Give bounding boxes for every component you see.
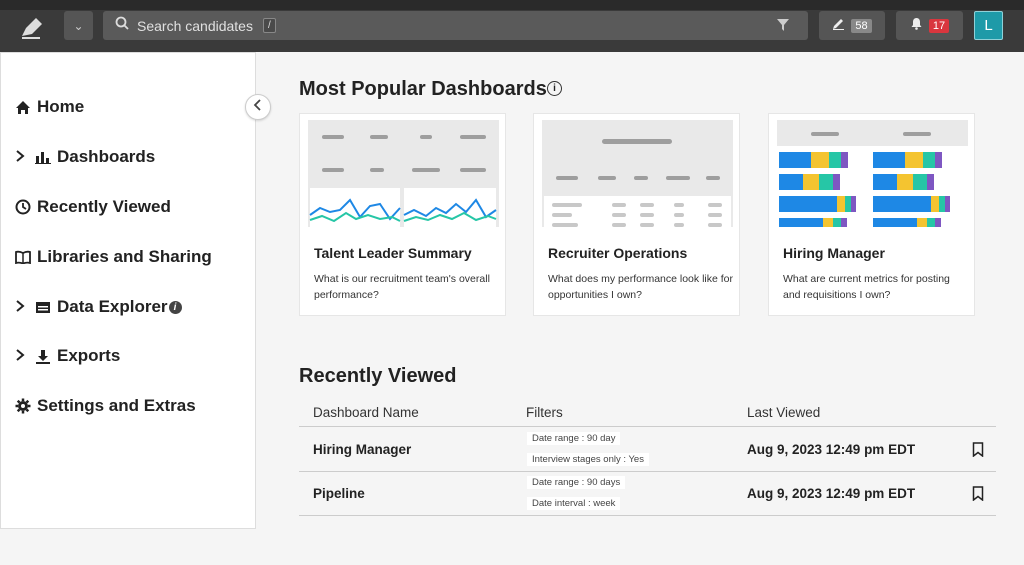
last-viewed-date: Aug 9, 2023 12:49 pm EDT bbox=[747, 442, 916, 457]
pencil-icon bbox=[832, 17, 845, 35]
app-menu-button[interactable]: ⌄ bbox=[64, 11, 93, 40]
search-shortcut-key: / bbox=[262, 18, 276, 33]
edit-count-badge: 58 bbox=[851, 18, 872, 33]
chevron-down-icon: ⌄ bbox=[73, 18, 84, 33]
card-title: Hiring Manager bbox=[783, 245, 885, 261]
user-avatar[interactable]: L bbox=[974, 11, 1003, 40]
chevron-right-icon[interactable] bbox=[15, 299, 29, 316]
bookmark-icon[interactable] bbox=[972, 486, 984, 506]
notifications-button[interactable]: 17 bbox=[896, 11, 963, 40]
card-description: What does my performance look like for o… bbox=[548, 273, 733, 301]
sidebar-item-label: Libraries and Sharing bbox=[37, 247, 212, 266]
sidebar-item-label: Data Explorer bbox=[57, 297, 168, 316]
search-input[interactable]: Search candidates bbox=[137, 18, 253, 34]
book-icon bbox=[15, 250, 33, 264]
sidebar-item-home[interactable]: Home bbox=[15, 94, 84, 120]
last-viewed-date: Aug 9, 2023 12:49 pm EDT bbox=[747, 486, 916, 501]
dashboard-name-link[interactable]: Hiring Manager bbox=[313, 442, 411, 457]
edit-button[interactable]: 58 bbox=[819, 11, 885, 40]
info-icon[interactable]: i bbox=[547, 81, 562, 96]
bell-icon bbox=[910, 17, 923, 35]
sidebar-item-settings[interactable]: Settings and Extras bbox=[15, 393, 196, 419]
dashboard-card-hiring-manager[interactable]: Hiring Manager What are current metrics … bbox=[768, 113, 975, 316]
column-header-last-viewed: Last Viewed bbox=[747, 405, 821, 420]
sidebar-item-libraries[interactable]: Libraries and Sharing bbox=[15, 244, 212, 270]
chevron-left-icon bbox=[253, 98, 263, 116]
sidebar-item-exports[interactable]: Exports bbox=[15, 343, 120, 369]
bookmark-icon[interactable] bbox=[972, 442, 984, 462]
table-row[interactable]: Pipeline Date range : 90 days Date inter… bbox=[299, 472, 996, 516]
sidebar-item-label: Settings and Extras bbox=[37, 396, 196, 415]
dashboard-thumbnail bbox=[542, 120, 733, 227]
card-description: What are current metrics for posting and… bbox=[783, 273, 950, 301]
column-header-dashboard-name: Dashboard Name bbox=[313, 405, 419, 420]
sidebar-item-dashboards[interactable]: Dashboards bbox=[15, 144, 155, 170]
dashboard-card-talent-leader[interactable]: Talent Leader Summary What is our recrui… bbox=[299, 113, 506, 316]
download-icon bbox=[35, 349, 53, 364]
table-icon bbox=[35, 301, 53, 314]
filter-tag: Date interval : week bbox=[527, 497, 621, 510]
card-title: Recruiter Operations bbox=[548, 245, 688, 261]
table-row[interactable]: Hiring Manager Date range : 90 day Inter… bbox=[299, 428, 996, 472]
home-icon bbox=[15, 100, 33, 115]
chevron-right-icon[interactable] bbox=[15, 149, 29, 166]
dashboard-name-link[interactable]: Pipeline bbox=[313, 486, 365, 501]
most-popular-title: Most Popular Dashboards bbox=[299, 78, 547, 100]
card-description: What is our recruitment team's overall p… bbox=[314, 273, 490, 301]
sidebar: Home Dashboards Recently Viewed Librarie… bbox=[0, 52, 256, 529]
dashboard-thumbnail bbox=[308, 120, 499, 227]
dashboard-thumbnail bbox=[777, 120, 968, 227]
sidebar-item-label: Recently Viewed bbox=[37, 197, 171, 216]
recently-viewed-title: Recently Viewed bbox=[299, 365, 457, 387]
dashboard-card-recruiter-operations[interactable]: Recruiter Operations What does my perfor… bbox=[533, 113, 740, 316]
filter-tag: Date range : 90 days bbox=[527, 476, 626, 489]
sidebar-item-label: Home bbox=[37, 97, 85, 116]
sidebar-item-recently-viewed[interactable]: Recently Viewed bbox=[15, 194, 171, 220]
filter-tag: Date range : 90 day bbox=[527, 432, 621, 445]
filter-icon[interactable] bbox=[776, 18, 790, 37]
sidebar-item-label: Exports bbox=[57, 346, 121, 365]
card-title: Talent Leader Summary bbox=[314, 245, 472, 261]
info-icon[interactable]: i bbox=[168, 300, 182, 314]
app-logo-icon[interactable] bbox=[18, 14, 46, 42]
top-bar: ⌄ Search candidates / 58 17 L bbox=[0, 0, 1024, 52]
gear-icon bbox=[15, 398, 33, 414]
sidebar-item-data-explorer[interactable]: Data Explorer i bbox=[15, 294, 182, 320]
bar-chart-icon bbox=[35, 150, 53, 164]
sidebar-item-label: Dashboards bbox=[57, 147, 156, 166]
notification-count-badge: 17 bbox=[928, 18, 950, 33]
column-header-filters: Filters bbox=[526, 405, 563, 420]
search-icon bbox=[115, 16, 129, 35]
collapse-sidebar-button[interactable] bbox=[245, 94, 271, 120]
clock-icon bbox=[15, 199, 33, 215]
recent-table-header: Dashboard Name Filters Last Viewed bbox=[299, 401, 996, 427]
chevron-right-icon[interactable] bbox=[15, 348, 29, 365]
filter-tag: Interview stages only : Yes bbox=[527, 453, 649, 466]
search-bar[interactable]: Search candidates / bbox=[103, 11, 808, 40]
